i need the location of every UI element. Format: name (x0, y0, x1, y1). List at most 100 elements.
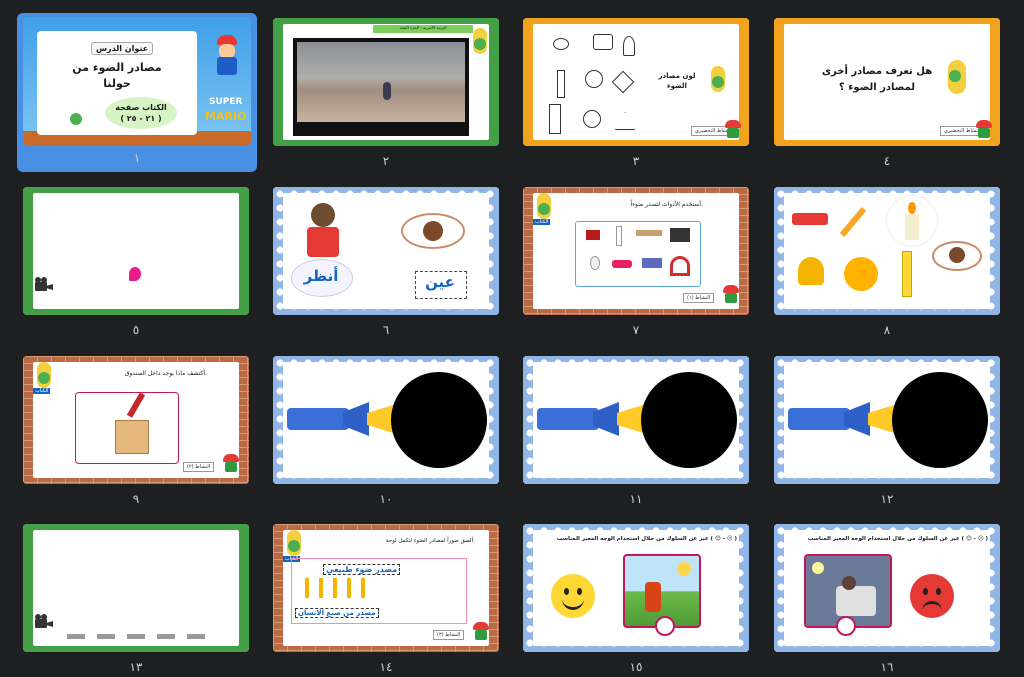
answer-circle[interactable] (836, 616, 856, 636)
slide-thumbnail-14[interactable]: ألصق صوراً لمصادر الضوء لتكمل لوحة: الكت… (273, 524, 499, 677)
character-icon (287, 530, 301, 556)
mario-hat-icon (976, 120, 992, 128)
eye-icon (401, 213, 465, 249)
pipe-icon (978, 128, 990, 138)
footer-label: النشاط (٢) (183, 462, 215, 472)
slide-preview: أكتشف ماذا يوجد داخل الصندوق. الكتاب الن… (23, 356, 249, 484)
character-icon (37, 362, 51, 388)
slide-thumbnail-4[interactable]: هل تعرف مصادر أخرى لمصادر الضوء ؟ النشاط… (774, 18, 1000, 171)
slide-preview (23, 187, 249, 315)
book-page-label: الكتاب صفحة (115, 103, 167, 112)
character-icon (473, 28, 487, 54)
eye-icon (932, 241, 982, 271)
slide-thumbnail-7[interactable]: أستخدم الأدوات لتصدر ضوءاً. الكتاب النشا… (523, 187, 749, 340)
word-look: أنظر (303, 267, 339, 285)
instruction: ألصق صوراً لمصادر الضوء لتكمل لوحة: (385, 538, 475, 544)
footer-label: النشاط (١) (683, 293, 715, 303)
caption-line-1: لون مصادر (658, 72, 696, 80)
camera-icon (33, 614, 53, 630)
manmade-source-label: مصدر من صنع الانسان (295, 608, 379, 618)
mario-hat-icon (723, 285, 739, 293)
slide-number: ٣ (632, 154, 640, 168)
slide-preview (774, 187, 1000, 315)
happy-face-icon (551, 574, 595, 618)
slide-preview: عبر عن السلوك من خلال استخدام الوجه المع… (774, 524, 1000, 652)
video-player[interactable] (293, 38, 469, 136)
slide-preview: التربية الأسرية - الجزء المجد (273, 18, 499, 146)
slide-thumbnail-11[interactable]: ١١ (523, 356, 749, 509)
light-sources-drawing (543, 30, 643, 136)
question-line-1: هل تعرف مصادر أخرى (821, 66, 933, 77)
slide-preview (523, 356, 749, 484)
pipe-icon (475, 630, 487, 640)
sad-face-icon (910, 574, 954, 618)
slide-thumbnail-3[interactable]: لون مصادر الضوء النشاط التحضيري ٣ (523, 18, 749, 171)
question-line-2: لمصادر الضوء ؟ (838, 82, 916, 93)
slide-number: ٢ (382, 154, 390, 168)
mario-hat-icon (223, 454, 239, 462)
slide-thumbnail-15[interactable]: عبر عن السلوك من خلال استخدام الوجه المع… (523, 524, 749, 677)
slide-thumbnail-6[interactable]: أنظر عين ٦ (273, 187, 499, 340)
yoshi-icon (69, 103, 83, 129)
answer-circle[interactable] (655, 616, 675, 636)
pipe-icon (727, 128, 739, 138)
slide-preview (23, 524, 249, 652)
slide-thumbnail-16[interactable]: عبر عن السلوك من خلال استخدام الوجه المع… (774, 524, 1000, 677)
slide-preview: أستخدم الأدوات لتصدر ضوءاً. الكتاب النشا… (523, 187, 749, 315)
slide-number: ٨ (883, 323, 891, 337)
slide-preview (774, 356, 1000, 484)
slide-preview: هل تعرف مصادر أخرى لمصادر الضوء ؟ النشاط… (774, 18, 1000, 146)
dark-circle (391, 372, 487, 468)
mario-icon (211, 35, 241, 75)
slide-thumbnail-9[interactable]: أكتشف ماذا يوجد داخل الصندوق. الكتاب الن… (23, 356, 249, 509)
flashlight-body-icon (788, 408, 850, 430)
slide-thumbnail-10[interactable]: ١٠ (273, 356, 499, 509)
source-icons-row (305, 578, 365, 598)
slide-number: ٦ (382, 323, 390, 337)
social-links-bar (67, 634, 217, 639)
flashlight-icon (788, 201, 832, 235)
slide-thumbnail-1[interactable]: عنوان الدرس مصادر الضوء من حولنا الكتاب … (17, 13, 257, 172)
flashlight-body-icon (287, 408, 349, 430)
slide-number: ١١ (629, 492, 643, 506)
sun-icon (836, 249, 886, 299)
lesson-label: عنوان الدرس (91, 42, 154, 55)
ruler-icon (902, 251, 912, 297)
instruction: عبر عن السلوك من خلال استخدام الوجه المع… (807, 536, 988, 542)
slide-number: ١٢ (880, 492, 894, 506)
slide-number: ١ (133, 151, 141, 165)
slide-preview: أنظر عين (273, 187, 499, 315)
slide-preview: عبر عن السلوك من خلال استخدام الوجه المع… (523, 524, 749, 652)
character-icon (537, 193, 551, 219)
book-label: الكتاب (33, 388, 51, 394)
slide-preview: ألصق صوراً لمصادر الضوء لتكمل لوحة: الكت… (273, 524, 499, 652)
character-icon (948, 60, 966, 94)
video-header: التربية الأسرية - الجزء المجد (399, 25, 447, 30)
book-bubble (105, 97, 177, 129)
brand-logo-2: MARIO (205, 110, 247, 123)
candle-icon (886, 195, 938, 247)
slide-thumbnail-13[interactable]: ١٣ (23, 524, 249, 677)
book-page-range: ( ٢١ - ٢٥ ) (120, 114, 162, 123)
lesson-title-2: حولنا (103, 77, 131, 90)
dark-circle (641, 372, 737, 468)
slide-thumbnail-12[interactable]: ١٢ (774, 356, 1000, 509)
character-icon (711, 66, 725, 92)
lesson-title-1: مصادر الضوء من (72, 61, 162, 74)
boy-reading-icon (303, 203, 343, 259)
slide-thumbnail-5[interactable]: ٥ (23, 187, 249, 340)
slide-number: ١٦ (880, 660, 894, 674)
wooden-box-icon (115, 420, 149, 454)
slide-thumbnail-2[interactable]: التربية الأسرية - الجزء المجد ٢ (273, 18, 499, 171)
tools-panel (575, 221, 701, 287)
natural-source-label: مصدر ضوء طبيعي (323, 564, 401, 575)
slide-preview (273, 356, 499, 484)
slide-number: ٧ (632, 323, 640, 337)
pipe-icon (225, 462, 237, 472)
slide-number: ١٠ (379, 492, 393, 506)
caption-line-2: الضوء (667, 82, 687, 90)
slide-thumbnail-8[interactable]: ٨ (774, 187, 1000, 340)
pipe-icon (725, 293, 737, 303)
camera-icon (33, 277, 53, 293)
slide-number: ٥ (132, 323, 140, 337)
